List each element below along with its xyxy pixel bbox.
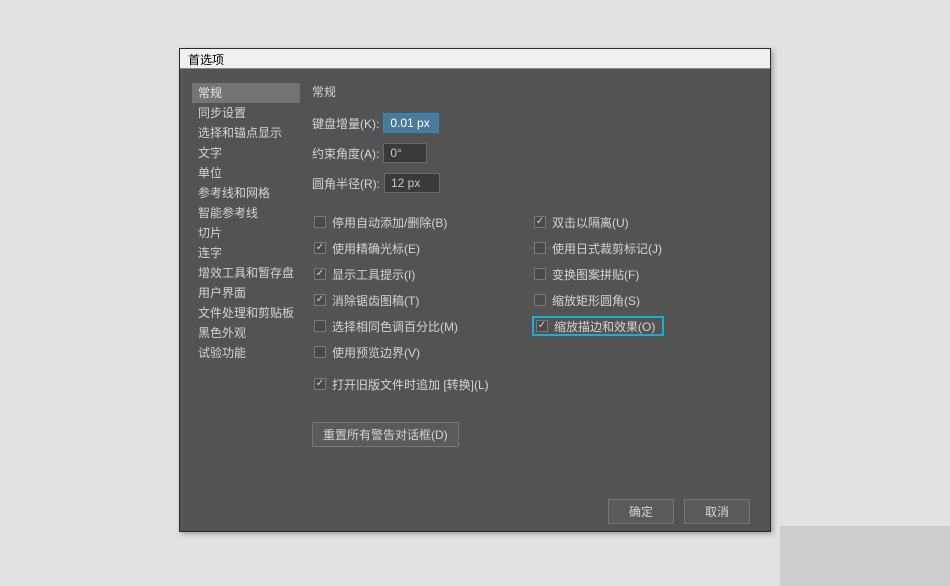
checkbox-label: 变换图案拼贴(F) — [552, 266, 639, 283]
cb-left-2[interactable]: 显示工具提示(I) — [312, 264, 532, 284]
sidebar-item-13[interactable]: 试验功能 — [192, 343, 300, 363]
corner-radius-input[interactable] — [384, 173, 440, 193]
sidebar-item-10[interactable]: 用户界面 — [192, 283, 300, 303]
checkbox-label: 使用预览边界(V) — [332, 344, 420, 361]
cb-right-0[interactable]: 双击以隔离(U) — [532, 212, 664, 232]
checkbox-icon — [314, 378, 326, 390]
checkbox-label: 消除锯齿图稿(T) — [332, 292, 419, 309]
sidebar-item-5[interactable]: 参考线和网格 — [192, 183, 300, 203]
cb-left-3[interactable]: 消除锯齿图稿(T) — [312, 290, 532, 310]
sidebar-item-7[interactable]: 切片 — [192, 223, 300, 243]
decorative-shadow — [780, 526, 950, 586]
cb-left-4[interactable]: 选择相同色调百分比(M) — [312, 316, 532, 336]
checkbox-label: 打开旧版文件时追加 [转换](L) — [332, 376, 489, 393]
checkbox-col-left: 停用自动添加/删除(B) 使用精确光标(E) 显示工具提示(I) 消除锯齿图稿(T) 选… — [312, 212, 532, 362]
checkbox-label: 显示工具提示(I) — [332, 266, 415, 283]
dialog-title: 首选项 — [180, 49, 770, 69]
sidebar-item-12[interactable]: 黑色外观 — [192, 323, 300, 343]
cancel-button[interactable]: 取消 — [684, 499, 750, 524]
checkbox-area: 停用自动添加/删除(B) 使用精确光标(E) 显示工具提示(I) 消除锯齿图稿(T) 选… — [312, 212, 758, 362]
checkbox-label: 使用日式裁剪标记(J) — [552, 240, 662, 257]
checkbox-icon — [534, 294, 546, 306]
checkbox-icon — [314, 294, 326, 306]
sidebar-item-8[interactable]: 连字 — [192, 243, 300, 263]
cb-right-1[interactable]: 使用日式裁剪标记(J) — [532, 238, 664, 258]
sidebar-item-9[interactable]: 增效工具和暂存盘 — [192, 263, 300, 283]
dialog-body: 常规同步设置选择和锚点显示文字单位参考线和网格智能参考线切片连字增效工具和暂存盘… — [180, 69, 770, 491]
checkbox-icon — [534, 242, 546, 254]
ok-button[interactable]: 确定 — [608, 499, 674, 524]
checkbox-label: 使用精确光标(E) — [332, 240, 420, 257]
keyboard-increment-input[interactable] — [383, 113, 439, 133]
keyboard-increment-row: 键盘增量(K): — [312, 112, 758, 134]
cb-right-3[interactable]: 缩放矩形圆角(S) — [532, 290, 664, 310]
constrain-angle-input[interactable] — [383, 143, 427, 163]
append-convert-checkbox[interactable]: 打开旧版文件时追加 [转换](L) — [312, 374, 758, 394]
dialog-footer: 确定 取消 — [180, 491, 770, 531]
sidebar-item-4[interactable]: 单位 — [192, 163, 300, 183]
checkbox-icon — [314, 320, 326, 332]
checkbox-label: 缩放描边和效果(O) — [554, 318, 655, 335]
sidebar-item-6[interactable]: 智能参考线 — [192, 203, 300, 223]
checkbox-icon — [314, 242, 326, 254]
cb-left-1[interactable]: 使用精确光标(E) — [312, 238, 532, 258]
constrain-angle-label: 约束角度(A): — [312, 145, 379, 162]
checkbox-icon — [314, 216, 326, 228]
cb-right-2[interactable]: 变换图案拼贴(F) — [532, 264, 664, 284]
main-panel: 常规 键盘增量(K): 约束角度(A): 圆角半径(R): 停用自动添加/删除(… — [300, 83, 758, 491]
checkbox-label: 缩放矩形圆角(S) — [552, 292, 640, 309]
checkbox-icon — [314, 346, 326, 358]
preferences-dialog: 首选项 常规同步设置选择和锚点显示文字单位参考线和网格智能参考线切片连字增效工具… — [179, 48, 771, 532]
sidebar: 常规同步设置选择和锚点显示文字单位参考线和网格智能参考线切片连字增效工具和暂存盘… — [192, 83, 300, 491]
sidebar-item-3[interactable]: 文字 — [192, 143, 300, 163]
checkbox-icon — [534, 268, 546, 280]
sidebar-item-0[interactable]: 常规 — [192, 83, 300, 103]
cb-right-4[interactable]: 缩放描边和效果(O) — [532, 316, 664, 336]
sidebar-item-2[interactable]: 选择和锚点显示 — [192, 123, 300, 143]
corner-radius-label: 圆角半径(R): — [312, 175, 380, 192]
checkbox-col-right: 双击以隔离(U) 使用日式裁剪标记(J) 变换图案拼贴(F) 缩放矩形圆角(S) 缩放描… — [532, 212, 664, 362]
sidebar-item-11[interactable]: 文件处理和剪贴板 — [192, 303, 300, 323]
checkbox-icon — [536, 320, 548, 332]
panel-title: 常规 — [312, 83, 758, 100]
keyboard-increment-label: 键盘增量(K): — [312, 115, 379, 132]
sidebar-item-1[interactable]: 同步设置 — [192, 103, 300, 123]
corner-radius-row: 圆角半径(R): — [312, 172, 758, 194]
checkbox-label: 停用自动添加/删除(B) — [332, 214, 447, 231]
checkbox-label: 选择相同色调百分比(M) — [332, 318, 458, 335]
checkbox-icon — [534, 216, 546, 228]
constrain-angle-row: 约束角度(A): — [312, 142, 758, 164]
checkbox-label: 双击以隔离(U) — [552, 214, 629, 231]
checkbox-icon — [314, 268, 326, 280]
reset-warnings-button[interactable]: 重置所有警告对话框(D) — [312, 422, 459, 447]
cb-left-5[interactable]: 使用预览边界(V) — [312, 342, 532, 362]
cb-left-0[interactable]: 停用自动添加/删除(B) — [312, 212, 532, 232]
